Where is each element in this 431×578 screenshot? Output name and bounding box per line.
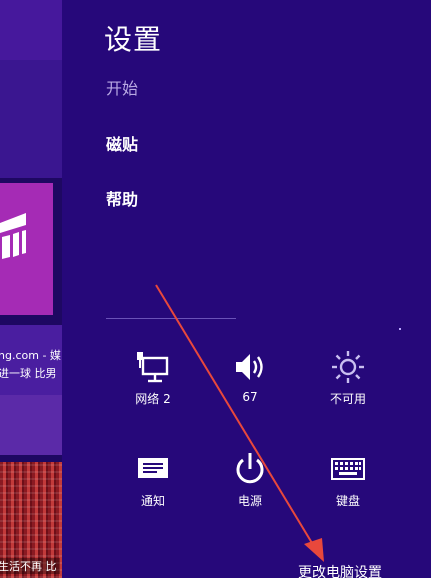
panel-title: 设置 xyxy=(104,23,163,56)
divider xyxy=(106,318,236,319)
start-screen-header xyxy=(0,0,62,60)
news-tile[interactable]: ng.com - 媒 进一球 比男 xyxy=(0,325,62,455)
power-icon xyxy=(236,453,264,484)
settings-charm-panel: 设置 开始 磁贴 帮助 网络 2 67 不可用 通知 电源 键盘 更改电脑设置 xyxy=(62,0,431,578)
notifications-label: 通知 xyxy=(140,494,165,508)
brightness-icon xyxy=(332,351,364,383)
network-label: 网络 2 xyxy=(135,392,171,406)
quick-setting-notifications[interactable]: 通知 xyxy=(113,452,193,509)
photo-tile-caption: 生活不再 比 xyxy=(0,558,60,574)
quick-setting-network[interactable]: 网络 2 xyxy=(113,350,193,407)
decorative-dot xyxy=(399,328,401,330)
menu-item-start[interactable]: 开始 xyxy=(106,75,138,99)
menu-item-tiles[interactable]: 磁贴 xyxy=(106,131,138,155)
start-screen-background: ng.com - 媒 进一球 比男 生活不再 比 xyxy=(0,0,62,578)
quick-setting-brightness[interactable]: 不可用 xyxy=(308,350,388,407)
app-tile-magenta[interactable] xyxy=(0,183,53,315)
quick-setting-power[interactable]: 电源 xyxy=(210,452,290,509)
notifications-icon xyxy=(138,458,168,478)
menu-item-help[interactable]: 帮助 xyxy=(106,186,138,210)
store-icon xyxy=(0,213,26,259)
change-pc-settings-link[interactable]: 更改电脑设置 xyxy=(298,562,382,578)
photo-tile[interactable]: 生活不再 比 xyxy=(0,462,62,578)
keyboard-icon xyxy=(331,458,365,480)
volume-level: 67 xyxy=(242,390,258,404)
keyboard-label: 键盘 xyxy=(335,494,360,508)
quick-setting-keyboard[interactable]: 键盘 xyxy=(308,452,388,509)
quick-setting-volume[interactable]: 67 xyxy=(210,350,290,404)
news-tile-line1: ng.com - 媒 xyxy=(0,349,61,362)
power-label: 电源 xyxy=(237,494,262,508)
brightness-label: 不可用 xyxy=(329,392,366,406)
network-icon xyxy=(137,352,169,383)
news-tile-line2: 进一球 比男 xyxy=(0,367,57,380)
volume-icon xyxy=(236,354,263,380)
